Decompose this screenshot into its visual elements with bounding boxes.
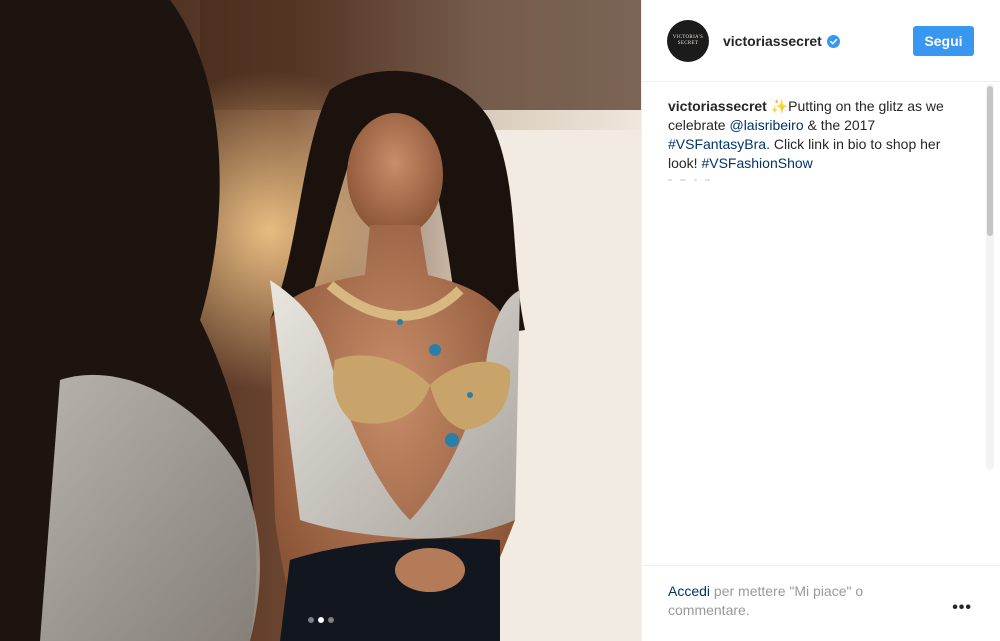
- comments-area: victoriassecret ✨Putting on the glitz as…: [642, 82, 1000, 482]
- verified-badge-icon: [826, 34, 840, 48]
- sparkles-emoji: ✨: [770, 98, 789, 114]
- post-footer: Accedi per mettere "Mi piace" o commenta…: [642, 565, 1000, 641]
- hashtag-link[interactable]: #VSFantasyBra: [668, 136, 766, 152]
- post-side-panel: VICTORIA'S SECRET victoriassecret Segui …: [641, 0, 1000, 641]
- more-options-icon[interactable]: •••: [952, 600, 972, 616]
- partially-hidden-text: [668, 179, 818, 183]
- follow-button[interactable]: Segui: [913, 25, 974, 56]
- username-text: victoriassecret: [723, 32, 822, 49]
- scrollbar-thumb[interactable]: [987, 86, 993, 236]
- login-link[interactable]: Accedi: [668, 583, 710, 599]
- carousel-dot-active[interactable]: [317, 617, 324, 623]
- post-caption: victoriassecret ✨Putting on the glitz as…: [668, 97, 955, 173]
- carousel-indicator: [0, 617, 641, 623]
- post-header: VICTORIA'S SECRET victoriassecret Segui: [642, 0, 1000, 82]
- instagram-post: VICTORIA'S SECRET victoriassecret Segui …: [0, 0, 1000, 641]
- caption-username[interactable]: victoriassecret: [668, 98, 767, 114]
- post-photo[interactable]: [0, 0, 641, 641]
- carousel-dot[interactable]: [327, 617, 334, 623]
- mention-link[interactable]: @laisribeiro: [729, 117, 803, 133]
- avatar[interactable]: VICTORIA'S SECRET: [667, 19, 709, 62]
- caption-text: & the 2017: [803, 117, 876, 133]
- login-prompt: Accedi per mettere "Mi piace" o commenta…: [668, 582, 918, 620]
- post-image-illustration: [0, 0, 641, 641]
- carousel-dot[interactable]: [307, 617, 314, 623]
- comments-scrollbar[interactable]: [986, 84, 994, 470]
- hashtag-link[interactable]: #VSFashionShow: [701, 155, 812, 171]
- username-link[interactable]: victoriassecret: [723, 33, 840, 49]
